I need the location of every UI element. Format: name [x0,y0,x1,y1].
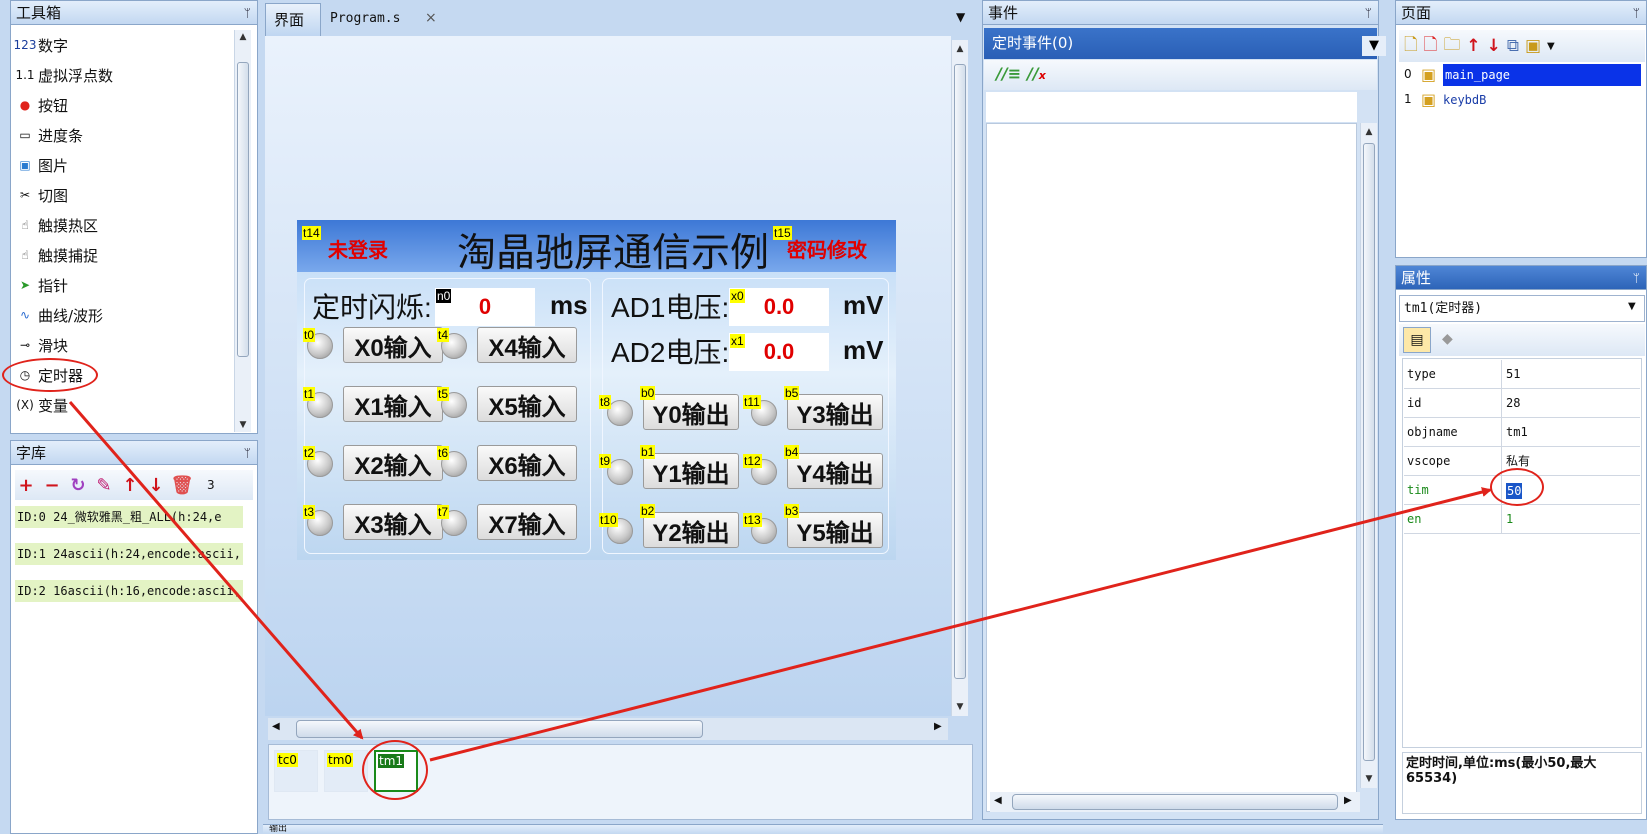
annotation-arrow-to-tray [68,401,364,740]
annotation-arrows [68,401,1492,762]
annotation-arrow-to-tim [429,487,1492,762]
